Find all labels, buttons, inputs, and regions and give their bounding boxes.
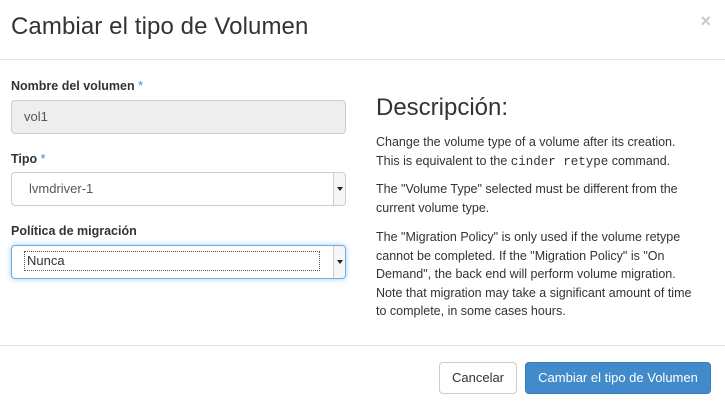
description-paragraph-3: The "Migration Policy" is only used if t… [376, 228, 716, 321]
description-line: Note that migration may take a significa… [376, 285, 692, 300]
chevron-down-icon [333, 173, 345, 205]
description-line: to complete, in some cases hours. [376, 304, 566, 318]
description-line: Demand", the back end will perform volum… [376, 267, 676, 281]
migration-policy-select-value: Nunca [27, 253, 65, 268]
volume-name-label: Nombre del volumen * [11, 79, 143, 93]
required-mark: * [138, 79, 143, 93]
migration-policy-label-text: Política de migración [11, 224, 137, 238]
code-snippet: cinder retype [510, 154, 609, 169]
close-icon[interactable]: × [700, 12, 711, 30]
description-line: Change the volume type of a volume after… [376, 135, 676, 149]
volume-name-input: vol1 [11, 100, 346, 134]
description-line: The "Migration Policy" is only used if t… [376, 230, 681, 244]
migration-policy-select[interactable]: Nunca [11, 245, 346, 279]
modal-title: Cambiar el tipo de Volumen [11, 13, 309, 40]
description-line: This is equivalent to the cinder retype … [376, 152, 716, 172]
submit-button[interactable]: Cambiar el tipo de Volumen [525, 362, 711, 394]
description-line: The "Volume Type" selected must be diffe… [376, 182, 678, 196]
type-label: Tipo * [11, 152, 46, 166]
type-select[interactable]: lvmdriver-1 [11, 172, 346, 206]
cancel-button[interactable]: Cancelar [439, 362, 517, 394]
migration-policy-label: Política de migración [11, 224, 137, 238]
required-mark: * [40, 152, 46, 166]
description-title: Descripción: [376, 94, 509, 121]
description-paragraph-2: The "Volume Type" selected must be diffe… [376, 180, 716, 217]
focus-ring [24, 251, 320, 271]
modal-header: Cambiar el tipo de Volumen × [0, 0, 725, 60]
description-text: This is equivalent to the [376, 153, 511, 168]
description-paragraph-1: Change the volume type of a volume after… [376, 133, 716, 171]
description-line: current volume type. [376, 200, 490, 215]
description-line: cannot be completed. If the "Migration P… [376, 248, 665, 263]
type-label-text: Tipo [11, 152, 38, 166]
volume-name-label-text: Nombre del volumen [11, 79, 135, 93]
chevron-down-icon [333, 246, 345, 278]
modal-footer: Cancelar Cambiar el tipo de Volumen [0, 345, 725, 405]
description-text: command. [608, 153, 671, 168]
type-select-value: lvmdriver-1 [29, 181, 94, 196]
